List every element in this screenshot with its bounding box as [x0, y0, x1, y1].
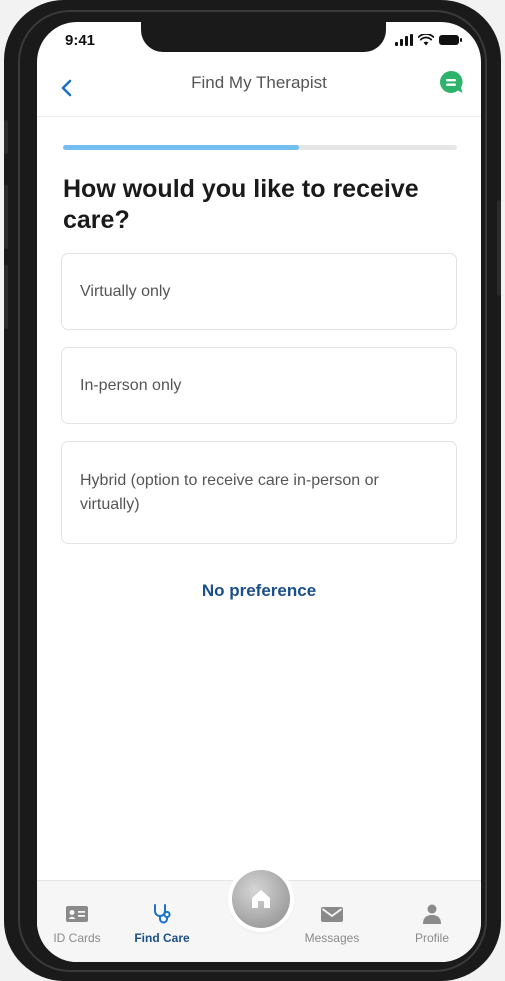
question-heading: How would you like to receive care? [63, 175, 419, 234]
page-title: Find My Therapist [191, 73, 327, 92]
option-in-person-only[interactable]: In-person only [61, 347, 457, 424]
battery-icon [439, 35, 462, 45]
option-hybrid[interactable]: Hybrid (option to receive care in-person… [61, 441, 457, 544]
home-button[interactable] [232, 870, 290, 928]
tab-messages[interactable]: Messages [292, 881, 372, 961]
tab-id-cards[interactable]: ID Cards [37, 881, 117, 961]
phone-frame: 9:41 Find My Therapist How would you lik… [4, 0, 501, 981]
status-icons [395, 34, 462, 46]
status-time: 9:41 [65, 32, 96, 49]
option-label: Virtually only [80, 282, 171, 300]
tab-label: Profile [414, 931, 449, 945]
chat-bubble-icon [440, 70, 463, 93]
envelope-icon [321, 906, 343, 922]
option-label: In-person only [80, 376, 182, 394]
tab-label: Messages [304, 931, 360, 945]
progress-bar-fill [63, 145, 300, 150]
tab-label: Find Care [134, 931, 190, 945]
signal-icon [395, 34, 413, 46]
app-header: Find My Therapist [37, 67, 481, 117]
app-screen: 9:41 Find My Therapist How would you lik… [37, 22, 481, 962]
progress-bar [63, 145, 457, 150]
id-card-icon [66, 906, 88, 922]
power-button [497, 200, 501, 296]
option-virtually-only[interactable]: Virtually only [61, 253, 457, 330]
mute-switch [4, 120, 8, 154]
volume-up-button [4, 185, 8, 249]
option-label: Hybrid (option to receive care in-person… [80, 471, 379, 513]
tab-find-care[interactable]: Find Care [122, 881, 202, 961]
volume-down-button [4, 265, 8, 329]
person-icon [423, 904, 441, 924]
wifi-icon [418, 34, 434, 46]
home-icon [252, 890, 270, 908]
no-preference-link[interactable]: No preference [37, 581, 481, 601]
chat-button[interactable] [437, 68, 465, 96]
notch [141, 22, 386, 52]
tab-profile[interactable]: Profile [392, 881, 472, 961]
tab-label: ID Cards [53, 931, 101, 945]
stethoscope-icon [154, 904, 171, 924]
